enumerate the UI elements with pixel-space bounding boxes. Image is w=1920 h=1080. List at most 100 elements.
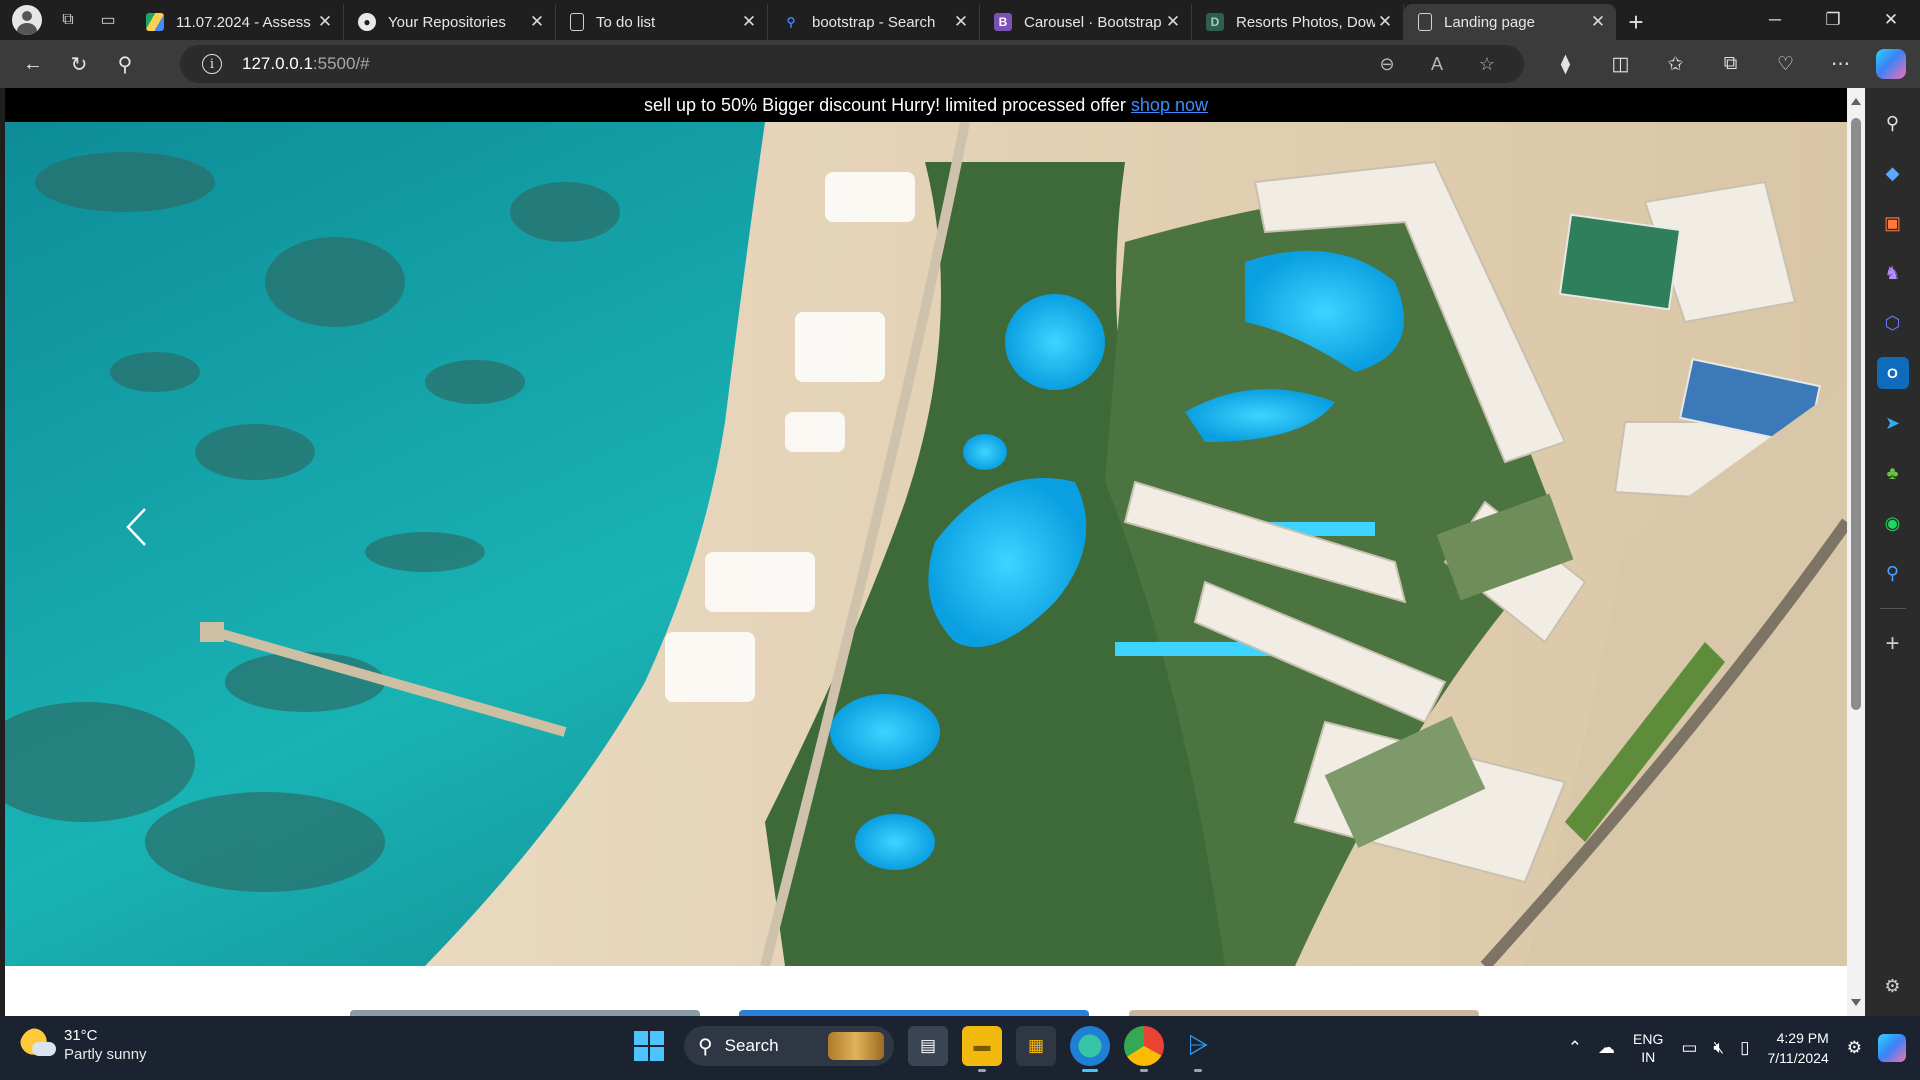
close-tab-icon[interactable]: ✕ [1163,12,1183,32]
browser-toolbar: ← ↻ ⚲ i 127.0.0.1:5500/# ⊖ A ☆ ⧫ ◫ ✩ ⧉ ♡… [0,40,1920,88]
split-screen-icon[interactable]: ◫ [1593,53,1648,76]
edge-browser-icon[interactable] [1070,1026,1110,1072]
restore-icon[interactable]: ❐ [1804,0,1862,40]
shopping-tag-icon[interactable]: ◆ [1877,157,1909,189]
url-path: :5500/# [312,54,370,73]
microsoft-store-icon[interactable]: ▦ [1016,1026,1056,1066]
extensions-icon[interactable]: ⧫ [1538,53,1593,76]
url-host: 127.0.0.1 [242,54,313,73]
google-drive-icon [146,13,164,31]
show-hidden-icons-chevron-icon[interactable]: ⌃ [1568,1038,1582,1058]
system-tray: ⌃ ☁ ENG IN ▭ 🔇︎ ▯ 4:29 PM 7/11/2024 ⚙ [1560,1016,1920,1080]
browser-essentials-icon[interactable]: ♡ [1758,53,1813,76]
new-tab-button[interactable]: + [1616,4,1656,40]
search-placeholder: Search [724,1036,779,1055]
close-window-icon[interactable]: ✕ [1862,0,1920,40]
back-icon[interactable]: ← [10,44,56,84]
windows-start-icon[interactable] [634,1031,664,1061]
profile-avatar-icon[interactable] [12,5,42,35]
add-icon[interactable]: + [1877,628,1909,660]
zoom-out-icon[interactable]: ⊖ [1362,54,1412,75]
spotify-icon[interactable]: ◉ [1877,507,1909,539]
page-scrollbar[interactable] [1847,88,1865,1016]
address-bar[interactable]: i 127.0.0.1:5500/# ⊖ A ☆ [180,45,1524,83]
refresh-icon[interactable]: ↻ [56,44,102,84]
github-icon: ● [358,13,376,31]
carousel-prev-button[interactable] [125,507,175,567]
window-controls: ─ ❐ ✕ [1746,0,1920,40]
games-icon[interactable]: ♞ [1877,257,1909,289]
tab-repositories[interactable]: ● Your Repositories ✕ [344,4,556,40]
tab-title: bootstrap - Search [812,13,936,31]
offer-text: sell up to 50% Bigger discount Hurry! li… [644,94,1126,115]
telegram-icon[interactable]: ➤ [1877,407,1909,439]
region-code: IN [1641,1049,1656,1065]
partly-sunny-icon [20,1028,56,1062]
copilot-icon[interactable] [1876,49,1906,79]
browser-tab-strip: ⧉ ▭ 11.07.2024 - Assess ✕ ● Your Reposit… [0,0,1920,40]
favorite-star-icon[interactable]: ☆ [1462,54,1512,75]
favorites-icon[interactable]: ✩ [1648,53,1703,76]
close-tab-icon[interactable]: ✕ [739,12,759,32]
tab-carousel[interactable]: B Carousel · Bootstrap ✕ [980,4,1192,40]
taskbar-search-box[interactable]: ⚲ Search [684,1026,894,1066]
bootstrap-icon: B [994,13,1012,31]
close-tab-icon[interactable]: ✕ [951,12,971,32]
url-text[interactable]: 127.0.0.1:5500/# [242,54,370,74]
input-language[interactable]: ENG IN [1633,1030,1663,1066]
close-tab-icon[interactable]: ✕ [1375,12,1395,32]
workspaces-icon[interactable]: ⧉ [48,0,88,40]
more-options-icon[interactable]: ⋯ [1813,53,1868,76]
settings-gear-icon[interactable]: ⚙ [1877,970,1909,1002]
tab-title: Carousel · Bootstrap [1024,13,1162,31]
tab-bootstrap-search[interactable]: ⚲ bootstrap - Search ✕ [768,4,980,40]
file-explorer-icon[interactable]: ▬ [962,1026,1002,1072]
shop-now-link[interactable]: shop now [1131,95,1208,116]
vscode-icon[interactable]: ⩥ [1178,1026,1218,1072]
outlook-icon[interactable]: O [1876,357,1909,389]
read-aloud-icon[interactable]: A [1412,54,1462,75]
carousel-slide [5,122,1847,966]
scroll-up-icon[interactable] [1851,98,1861,105]
sidebar-divider [1879,608,1906,609]
minimize-icon[interactable]: ─ [1746,0,1804,40]
volume-muted-icon[interactable]: 🔇︎ [1713,1038,1724,1058]
onedrive-offline-icon[interactable]: ☁ [1598,1038,1615,1058]
tab-assessment[interactable]: 11.07.2024 - Assess ✕ [132,4,344,40]
chevron-left-icon [126,508,146,546]
tab-resorts-photos[interactable]: D Resorts Photos, Dow ✕ [1192,4,1404,40]
search-icon: ⚲ [786,15,796,29]
copilot-taskbar-icon[interactable] [1878,1034,1906,1062]
tab-todo[interactable]: To do list ✕ [556,4,768,40]
resort-aerial-photo [5,122,1847,966]
bing-search-icon[interactable]: ⚲ [1877,557,1909,589]
copilot-sidebar-icon[interactable]: ⬡ [1877,307,1909,339]
task-view-icon[interactable]: ▤ [908,1026,948,1066]
tab-list: 11.07.2024 - Assess ✕ ● Your Repositorie… [132,0,1656,40]
search-icon[interactable]: ⚲ [1877,107,1909,139]
scroll-down-icon[interactable] [1851,999,1861,1006]
network-icon[interactable]: ▭ [1681,1038,1697,1058]
site-info-icon[interactable]: i [202,54,222,74]
scrollbar-thumb[interactable] [1851,118,1861,710]
close-tab-icon[interactable]: ✕ [1588,12,1608,32]
search-icon[interactable]: ⚲ [102,44,148,84]
clock[interactable]: 4:29 PM 7/11/2024 [1768,1028,1829,1068]
close-tab-icon[interactable]: ✕ [527,12,547,32]
close-tab-icon[interactable]: ✕ [315,12,335,32]
tab-title: To do list [596,13,656,31]
notifications-icon[interactable]: ⚙ [1847,1038,1862,1058]
tab-title: Your Repositories [388,13,506,31]
tree-icon[interactable]: ♣ [1877,457,1909,489]
page-icon [570,13,584,31]
search-highlight-image [828,1032,884,1060]
collections-icon[interactable]: ⧉ [1703,53,1758,75]
tools-icon[interactable]: ▣ [1877,207,1909,239]
chrome-icon[interactable] [1124,1026,1164,1072]
taskbar-center: ⚲ Search ▤ ▬ ▦ ⩥ [634,1026,1218,1072]
tab-landing-page[interactable]: Landing page ✕ [1404,4,1616,40]
vertical-tabs-icon[interactable]: ▭ [88,0,128,40]
language-code: ENG [1633,1031,1664,1047]
weather-widget[interactable]: 31°C Partly sunny [20,1026,147,1064]
battery-icon[interactable]: ▯ [1740,1038,1749,1058]
